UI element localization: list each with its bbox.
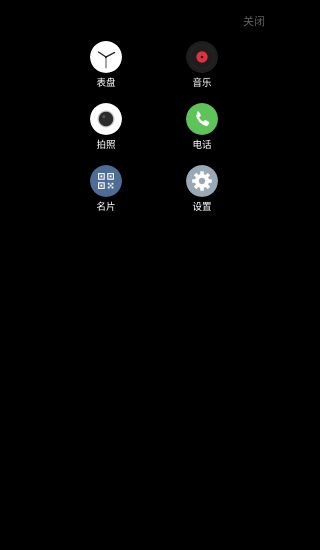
- app-phone[interactable]: 电话: [172, 103, 232, 165]
- app-label: 名片: [96, 202, 116, 213]
- app-label: 电话: [192, 140, 212, 151]
- gear-icon: [186, 165, 218, 197]
- app-watch-face[interactable]: 表盘: [76, 41, 136, 103]
- app-business-card[interactable]: 名片: [76, 165, 136, 227]
- phone-icon: [186, 103, 218, 135]
- clock-icon: [90, 41, 122, 73]
- app-label: 设置: [192, 202, 212, 213]
- music-disc-icon: [186, 41, 218, 73]
- qr-code-icon: [90, 165, 122, 197]
- app-grid: 表盘 音乐 拍照 电话 名片 设置: [0, 0, 309, 550]
- app-label: 表盘: [96, 78, 116, 89]
- app-music[interactable]: 音乐: [172, 41, 232, 103]
- app-label: 音乐: [192, 78, 212, 89]
- app-label: 拍照: [96, 140, 116, 151]
- app-camera[interactable]: 拍照: [76, 103, 136, 165]
- app-settings[interactable]: 设置: [172, 165, 232, 227]
- camera-icon: [90, 103, 122, 135]
